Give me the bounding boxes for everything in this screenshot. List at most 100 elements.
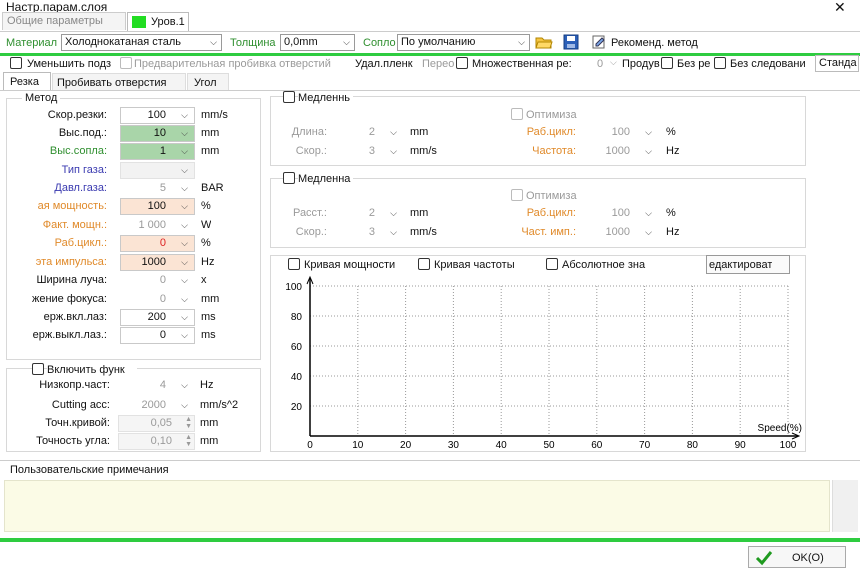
func-field-input[interactable]: 0,10 ▲ ▼ (118, 433, 195, 450)
tab-level1[interactable]: Уров.1 (127, 12, 189, 31)
subtab-pierce[interactable]: Пробивать отверстия (52, 73, 186, 90)
accent-divider (0, 53, 860, 56)
footer-accent (0, 538, 860, 542)
method-field-input[interactable]: 0 ⌵ (120, 291, 195, 308)
checkbox[interactable] (418, 258, 430, 271)
spinner-arrows-icon[interactable]: ▲ ▼ (185, 434, 192, 448)
subtab-cut[interactable]: Резка (3, 72, 51, 90)
func-field-input[interactable]: 0,05 ▲ ▼ (118, 415, 195, 432)
method-field-input[interactable]: 1000 ⌵ (120, 254, 195, 271)
y-tick-label: 60 (291, 342, 303, 353)
slow1-optimize-checkbox[interactable] (511, 108, 523, 121)
spinner-arrows-icon[interactable]: ▲ ▼ (185, 416, 192, 430)
method-field-input[interactable]: 100 ⌵ (120, 107, 195, 124)
save-icon[interactable] (563, 34, 579, 50)
func-field-value: 0,05 (150, 417, 172, 429)
scrollbar[interactable] (832, 480, 858, 532)
standard-select[interactable]: Станда (815, 55, 859, 72)
tab-general[interactable]: Общие параметры (2, 12, 126, 30)
slow1-checkbox[interactable] (283, 91, 295, 104)
method-field-unit: W (201, 219, 212, 231)
checkbox[interactable] (661, 57, 673, 70)
chevron-down-icon[interactable]: ⌵ (610, 57, 617, 68)
freq-curve-checkbox[interactable] (418, 258, 430, 271)
slow1-duty-input[interactable]: 100 ⌵ (583, 124, 659, 141)
slow1-freq-input[interactable]: 1000 ⌵ (583, 143, 659, 160)
checkbox[interactable] (456, 57, 468, 70)
material-label: Материал (6, 37, 57, 49)
slow2-optimize-checkbox[interactable] (511, 189, 523, 202)
slow1-duty-unit: % (666, 126, 676, 138)
ok-button[interactable]: OK(O) (748, 546, 846, 568)
chevron-down-icon[interactable]: ⌵ (181, 378, 188, 393)
method-field-input[interactable]: 5 ⌵ (120, 180, 195, 197)
func-checkbox[interactable] (32, 363, 44, 376)
slow2-duty-input[interactable]: 100 ⌵ (583, 205, 659, 222)
method-field-label: Раб.цикл.: (54, 237, 107, 249)
x-tick-label: 90 (735, 440, 747, 450)
nozzle-select[interactable]: По умолчанию ⌵ (397, 34, 530, 51)
checkbox[interactable] (10, 57, 22, 70)
option-multiple-value[interactable]: 0 (597, 58, 603, 70)
option-reduce-label: Уменьшить подз (27, 58, 112, 70)
chevron-down-icon: ⌵ (181, 220, 188, 230)
option-reduce[interactable] (10, 57, 22, 70)
x-tick-label: 100 (780, 440, 797, 450)
method-field-input[interactable]: 0 ⌵ (120, 327, 195, 344)
checkbox[interactable] (288, 258, 300, 271)
tab-general-label: Общие параметры (7, 15, 103, 27)
method-field-input[interactable]: 200 ⌵ (120, 309, 195, 326)
thickness-value: 0,0mm (284, 36, 318, 48)
slow2-freq-input[interactable]: 1000 ⌵ (583, 224, 659, 241)
method-field-input[interactable]: 10 ⌵ (120, 125, 195, 142)
slow1-speed-label: Скор.: (295, 145, 327, 157)
slow1-length-input[interactable]: 2 ⌵ (330, 124, 404, 141)
slow2-speed-input[interactable]: 3 ⌵ (330, 224, 404, 241)
chevron-down-icon[interactable]: ⌵ (181, 398, 188, 413)
method-field-label: Скор.резки: (47, 109, 107, 121)
checkbox[interactable] (511, 108, 523, 121)
power-curve-checkbox[interactable] (288, 258, 300, 271)
method-field-label: Ширина луча: (36, 274, 107, 286)
option-multiple[interactable] (456, 57, 468, 70)
option-no-follow[interactable] (714, 57, 726, 70)
checkbox[interactable] (546, 258, 558, 271)
method-field-label: ерж.выкл.лаз.: (32, 329, 107, 341)
open-folder-icon[interactable] (535, 34, 553, 50)
checkbox[interactable] (511, 189, 523, 202)
thickness-select[interactable]: 0,0mm ⌵ (280, 34, 355, 51)
layer-color-swatch (132, 16, 146, 28)
checkbox[interactable] (714, 57, 726, 70)
method-field-input[interactable]: 100 ⌵ (120, 198, 195, 215)
recommend-method-button[interactable]: Рекоменд. метод (611, 37, 698, 49)
material-select[interactable]: Холоднокатаная сталь ⌵ (61, 34, 222, 51)
method-field-input[interactable]: 1 000 ⌵ (120, 217, 195, 234)
absolute-label: Абсолютное зна (562, 259, 646, 271)
checkbox[interactable] (283, 91, 295, 104)
value: 3 (368, 145, 375, 157)
func-field-unit: mm (200, 435, 219, 447)
slow1-duty-label: Раб.цикл: (526, 126, 576, 138)
checkbox[interactable] (283, 172, 295, 185)
func-field-input[interactable]: 2000 ⌵ (118, 397, 195, 414)
method-field-input[interactable]: 0 ⌵ (120, 272, 195, 289)
absolute-checkbox[interactable] (546, 258, 558, 271)
method-field-input[interactable]: 0 ⌵ (120, 235, 195, 252)
notes-textarea[interactable] (4, 480, 830, 532)
option-prepierce[interactable] (120, 57, 132, 70)
method-field-input[interactable]: ⌵ (120, 162, 195, 179)
subtab-angle[interactable]: Угол (187, 73, 229, 90)
method-field-input[interactable]: 1 ⌵ (120, 143, 195, 160)
method-field-value: 100 (147, 109, 166, 121)
func-field-input[interactable]: 4 ⌵ (118, 377, 195, 394)
slow1-speed-input[interactable]: 3 ⌵ (330, 143, 404, 160)
option-no-ref[interactable] (661, 57, 673, 70)
checkbox[interactable] (120, 57, 132, 70)
checkbox[interactable] (32, 363, 44, 376)
chevron-down-icon: ⌵ (390, 127, 397, 137)
edit-curve-button[interactable]: едактироват (706, 255, 790, 274)
slow2-dist-input[interactable]: 2 ⌵ (330, 205, 404, 222)
chevron-down-icon: ⌵ (181, 165, 188, 175)
close-icon[interactable]: ✕ (834, 0, 846, 16)
slow2-checkbox[interactable] (283, 172, 295, 185)
